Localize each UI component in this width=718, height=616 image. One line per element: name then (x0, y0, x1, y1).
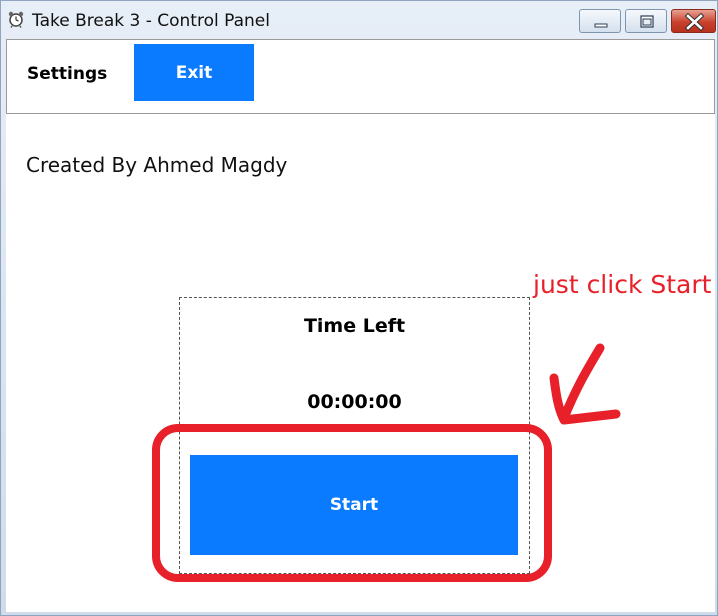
close-button[interactable] (671, 9, 716, 33)
client-area: Settings Exit Created By Ahmed Magdy Tim… (6, 39, 715, 612)
credit-text: Created By Ahmed Magdy (26, 153, 288, 177)
time-left-value: 00:00:00 (307, 391, 402, 413)
exit-button[interactable]: Exit (134, 44, 254, 101)
app-window: Take Break 3 - Control Panel Settings Ex… (0, 0, 718, 616)
timer-panel: Time Left 00:00:00 Start (179, 297, 530, 574)
start-button[interactable]: Start (190, 455, 518, 555)
settings-button[interactable]: Settings (27, 64, 107, 84)
minimize-icon (594, 23, 608, 28)
time-left-heading: Time Left (303, 315, 406, 337)
alarm-clock-icon (8, 11, 24, 28)
window-title: Take Break 3 - Control Panel (32, 11, 270, 31)
menu-bar: Settings Exit (6, 39, 715, 114)
title-bar[interactable]: Take Break 3 - Control Panel (1, 1, 717, 39)
maximize-button[interactable] (625, 9, 667, 33)
annotation-text: just click Start (533, 270, 712, 299)
minimize-button[interactable] (579, 9, 621, 33)
annotation-arrow-icon (549, 343, 621, 425)
maximize-icon (640, 15, 654, 28)
close-icon (684, 12, 705, 32)
